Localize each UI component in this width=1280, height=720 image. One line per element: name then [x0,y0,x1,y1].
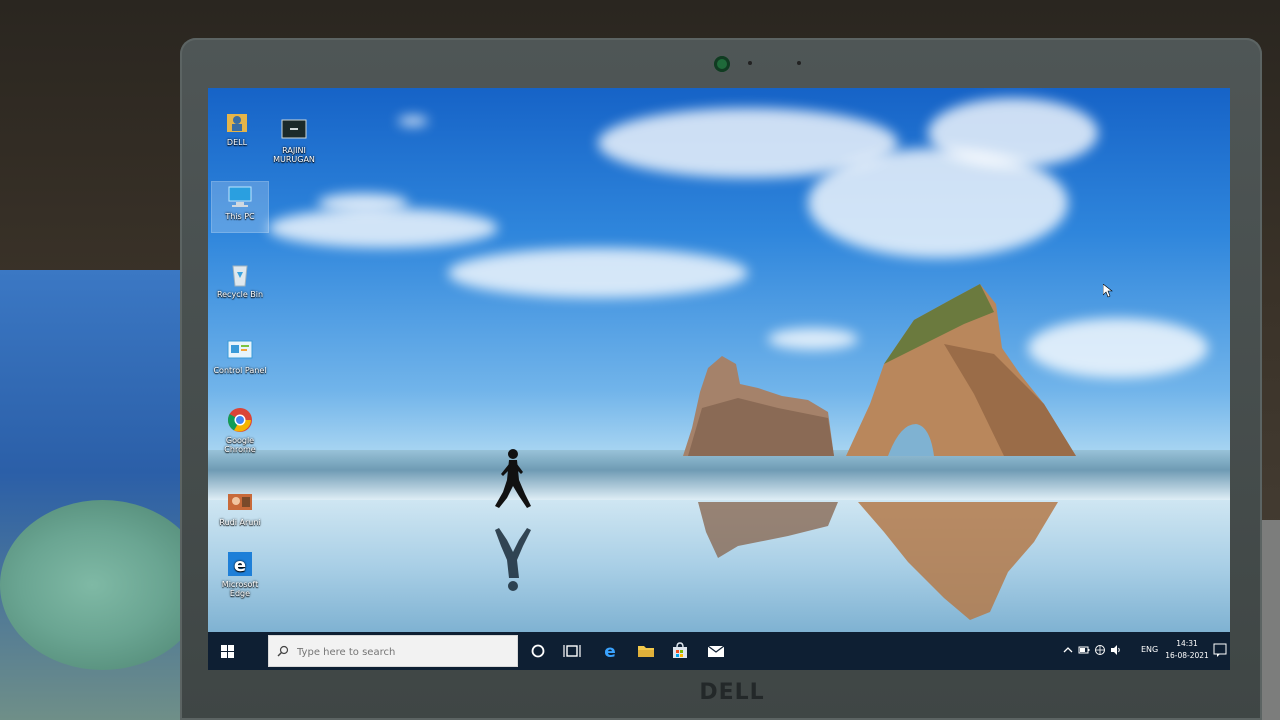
wallpaper-cloud [398,116,428,126]
task-view-icon [563,645,581,657]
search-icon [277,645,289,657]
store-icon [673,642,687,658]
start-button[interactable] [214,640,242,664]
wallpaper-arch-rock [846,284,1076,456]
recycle-bin-icon [226,260,254,288]
wallpaper-arch-reflection [858,502,1058,620]
windows-logo-icon [221,645,234,658]
shortcut-icon [280,116,308,144]
clock-date: 16-08-2021 [1165,651,1209,660]
wallpaper-cloud [928,98,1098,168]
task-view-button[interactable] [560,639,584,663]
taskbar-search-box[interactable] [268,635,518,667]
wallpaper-cloud [268,208,498,248]
taskbar-edge-button[interactable]: e [598,639,622,663]
desktop-icon-rajini-murugan[interactable]: RAJINI MURUGAN [266,116,322,164]
webcam-icon [714,56,730,72]
desktop-icon-google-chrome[interactable]: Google Chrome [212,406,268,454]
video-file-icon [226,488,254,516]
control-panel-icon [226,336,254,364]
network-icon[interactable] [1094,644,1106,656]
desktop-icon-recycle-bin[interactable]: Recycle Bin [212,260,268,299]
system-tray: ENG 14:31 16-08-2021 [1040,632,1230,670]
desktop-icon-label: Recycle Bin [216,290,264,299]
desktop-icon-microsoft-edge[interactable]: e Microsoft Edge [212,550,268,598]
taskbar: e ENG 14:31 16-08-2021 [208,632,1230,670]
clock-time: 14:31 [1176,639,1198,648]
svg-text:e: e [604,642,616,662]
desktop-icon-label: Control Panel [213,366,267,375]
laptop-brand-logo: DELL [699,680,765,705]
cortana-button[interactable] [526,639,550,663]
camera-sensor [748,61,752,65]
edge-icon: e [604,642,616,662]
microsoft-store-button[interactable] [668,639,692,663]
mail-icon [707,645,725,657]
camera-light [797,61,801,65]
desktop-icon-label: This PC [225,212,255,221]
battery-icon[interactable] [1078,644,1090,656]
notifications-icon[interactable] [1212,642,1228,658]
speaker-icon[interactable] [1110,644,1122,656]
desktop-icon-dell[interactable]: DELL [209,108,265,147]
search-input[interactable] [295,642,509,662]
desktop-icon-label: Rudi Aruni [219,518,261,527]
chrome-icon [226,406,254,434]
desktop-icon-rudi-aruni[interactable]: Rudi Aruni [212,488,268,527]
desktop-icon-label: Microsoft Edge [221,580,259,598]
mail-button[interactable] [704,639,728,663]
chevron-up-icon[interactable] [1062,644,1074,656]
input-language-indicator[interactable]: ENG [1141,645,1158,654]
svg-text:e: e [234,555,246,576]
taskbar-clock[interactable]: 14:31 16-08-2021 [1165,638,1209,662]
file-explorer-icon [638,646,654,657]
file-explorer-button[interactable] [634,639,658,663]
wallpaper-rock-reflection [698,502,838,558]
wallpaper-runner-reflection [495,528,531,591]
desktop-screen: DELL RAJINI MURUGAN This PC Recycle Bin … [208,88,1230,670]
desktop-icon-label: Google Chrome [224,436,256,454]
edge-icon: e [226,550,254,578]
desktop-icon-this-pc[interactable]: This PC [211,181,269,233]
wallpaper-small-rock [683,356,834,456]
user-folder-icon [223,108,251,136]
wallpaper-cloud [448,248,748,298]
desktop-icon-control-panel[interactable]: Control Panel [212,336,268,375]
wallpaper-cloud [318,193,408,213]
desktop-icon-label: RAJINI MURUGAN [273,146,315,164]
wallpaper-runner [495,449,531,508]
cortana-icon [531,644,545,658]
rolled-mat [0,500,205,670]
computer-icon [226,182,254,210]
mouse-pointer-icon [1103,284,1113,298]
desktop-icon-label: DELL [226,138,248,147]
